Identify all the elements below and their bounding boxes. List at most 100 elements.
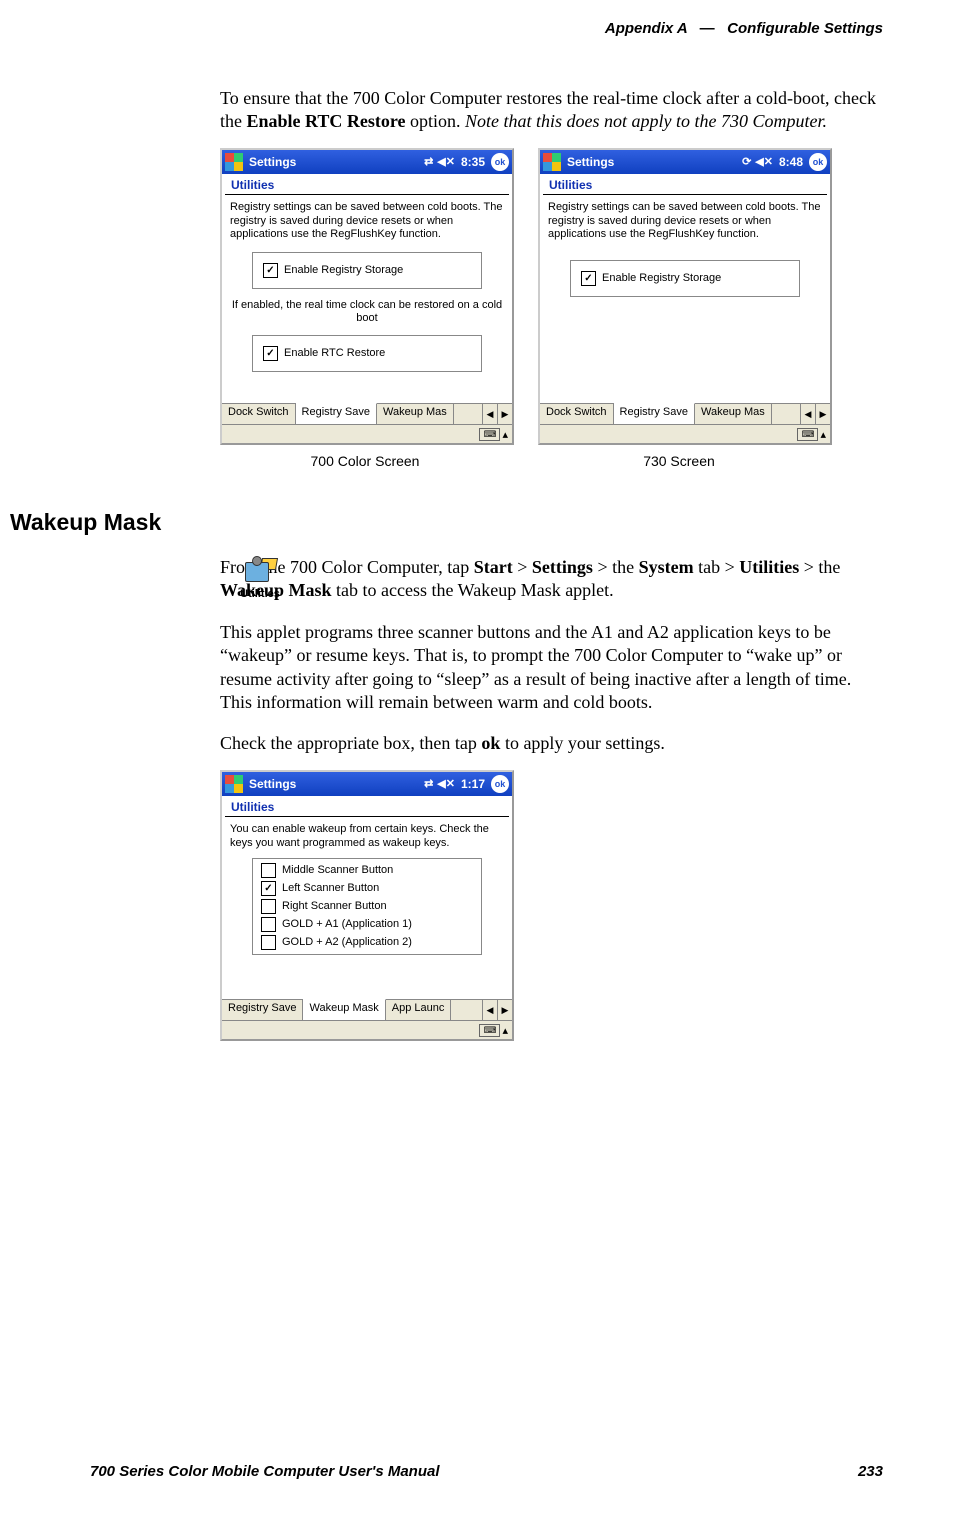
titlebar: Settings ⟳ ◀✕ 8:48 ok: [540, 150, 830, 174]
tab-registry-save[interactable]: Registry Save: [222, 1000, 303, 1020]
description-text: You can enable wakeup from certain keys.…: [230, 823, 504, 851]
left-scanner-checkbox[interactable]: ✓ Left Scanner Button: [253, 880, 481, 897]
tab-registry-save[interactable]: Registry Save: [614, 403, 695, 424]
clock-text: 8:35: [461, 155, 485, 169]
page-footer: 700 Series Color Mobile Computer User's …: [90, 1463, 883, 1480]
tab-scroll-left-icon[interactable]: ◀: [800, 404, 815, 424]
tab-bar: Dock Switch Registry Save Wakeup Mas ◀ ▶: [222, 403, 512, 424]
tab-scroll-right-icon[interactable]: ▶: [815, 404, 830, 424]
caption-730: 730 Screen: [534, 453, 824, 469]
tab-wakeup-mask[interactable]: Wakeup Mask: [303, 999, 385, 1020]
rtc-group: ✓ Enable RTC Restore: [252, 335, 482, 372]
screenshot-wakeup-mask: Settings ⇄ ◀✕ 1:17 ok Utilities You can …: [220, 770, 514, 1042]
section-heading-wakeup: Wakeup Mask: [10, 509, 883, 536]
titlebar: Settings ⇄ ◀✕ 8:35 ok: [222, 150, 512, 174]
right-scanner-checkbox[interactable]: Right Scanner Button: [253, 898, 481, 915]
clock-text: 1:17: [461, 777, 485, 791]
tab-dock-switch[interactable]: Dock Switch: [540, 404, 614, 424]
checkbox-label: Left Scanner Button: [282, 882, 379, 896]
sip-arrow-icon[interactable]: ▴: [502, 1024, 508, 1037]
sip-arrow-icon[interactable]: ▴: [820, 428, 826, 441]
gold-a1-checkbox[interactable]: GOLD + A1 (Application 1): [253, 916, 481, 933]
window-title: Settings: [249, 155, 422, 169]
utilities-icon-block: Utilities: [230, 556, 290, 600]
sip-bar: ⌨ ▴: [540, 424, 830, 443]
checkbox-label: Enable Registry Storage: [602, 272, 721, 286]
checkbox-icon: [261, 863, 276, 878]
tab-bar: Dock Switch Registry Save Wakeup Mas ◀ ▶: [540, 403, 830, 424]
checkbox-label: GOLD + A2 (Application 2): [282, 936, 412, 950]
tab-wakeup-mask[interactable]: Wakeup Mas: [377, 404, 454, 424]
sip-arrow-icon[interactable]: ▴: [502, 428, 508, 441]
keyboard-icon[interactable]: ⌨: [479, 1024, 500, 1037]
applet-title: Utilities: [225, 174, 509, 195]
clock-text: 8:48: [779, 155, 803, 169]
registry-group: ✓ Enable Registry Storage: [252, 252, 482, 289]
titlebar: Settings ⇄ ◀✕ 1:17 ok: [222, 772, 512, 796]
utilities-icon: [241, 556, 279, 586]
enable-registry-checkbox[interactable]: ✓ Enable Registry Storage: [263, 263, 471, 278]
checkbox-label: GOLD + A1 (Application 1): [282, 918, 412, 932]
start-icon[interactable]: [225, 775, 243, 793]
applet-title: Utilities: [543, 174, 827, 195]
checkbox-icon: ✓: [263, 346, 278, 361]
checkbox-icon: ✓: [263, 263, 278, 278]
applet-title: Utilities: [225, 796, 509, 817]
window-title: Settings: [567, 155, 740, 169]
tab-registry-save[interactable]: Registry Save: [296, 403, 377, 424]
ok-button[interactable]: ok: [809, 153, 827, 171]
tab-scroll-left-icon[interactable]: ◀: [482, 404, 497, 424]
sip-bar: ⌨ ▴: [222, 1020, 512, 1039]
keyboard-icon[interactable]: ⌨: [479, 428, 500, 441]
description-text: Registry settings can be saved between c…: [230, 201, 504, 242]
header-appendix: Appendix A: [605, 20, 687, 37]
footer-manual-title: 700 Series Color Mobile Computer User's …: [90, 1463, 440, 1480]
tab-dock-switch[interactable]: Dock Switch: [222, 404, 296, 424]
keyboard-icon[interactable]: ⌨: [797, 428, 818, 441]
tab-scroll-right-icon[interactable]: ▶: [497, 1000, 512, 1020]
wakeup-para-3: Check the appropriate box, then tap ok t…: [220, 732, 883, 755]
wakeup-para-1: From the 700 Color Computer, tap Start >…: [220, 556, 883, 603]
ok-button[interactable]: ok: [491, 153, 509, 171]
speaker-icon[interactable]: ◀✕: [437, 155, 455, 168]
checkbox-icon: [261, 917, 276, 932]
speaker-icon[interactable]: ◀✕: [437, 777, 455, 790]
wakeup-para-2: This applet programs three scanner butto…: [220, 621, 883, 715]
enable-registry-checkbox[interactable]: ✓ Enable Registry Storage: [581, 271, 789, 286]
checkbox-icon: [261, 899, 276, 914]
enable-rtc-checkbox[interactable]: ✓ Enable RTC Restore: [263, 346, 471, 361]
checkbox-label: Enable Registry Storage: [284, 264, 403, 278]
description-text: Registry settings can be saved between c…: [548, 201, 822, 242]
middle-scanner-checkbox[interactable]: Middle Scanner Button: [253, 862, 481, 879]
checkbox-icon: ✓: [261, 881, 276, 896]
start-icon[interactable]: [543, 153, 561, 171]
tab-bar: Registry Save Wakeup Mask App Launc ◀ ▶: [222, 999, 512, 1020]
checkbox-label: Right Scanner Button: [282, 900, 387, 914]
caption-700: 700 Color Screen: [220, 453, 510, 469]
start-icon[interactable]: [225, 153, 243, 171]
footer-page-number: 233: [858, 1463, 883, 1480]
checkbox-icon: [261, 935, 276, 950]
intro-paragraph: To ensure that the 700 Color Computer re…: [220, 87, 883, 134]
tab-scroll-right-icon[interactable]: ▶: [497, 404, 512, 424]
utilities-icon-label: Utilities: [230, 588, 290, 600]
tab-app-launch[interactable]: App Launc: [386, 1000, 452, 1020]
sip-bar: ⌨ ▴: [222, 424, 512, 443]
wakeup-keys-list: Middle Scanner Button ✓ Left Scanner But…: [252, 858, 482, 955]
connectivity-icon[interactable]: ⇄: [424, 155, 433, 168]
gold-a2-checkbox[interactable]: GOLD + A2 (Application 2): [253, 934, 481, 951]
page-header: Appendix A — Configurable Settings: [90, 20, 883, 37]
registry-group: ✓ Enable Registry Storage: [570, 260, 800, 297]
checkbox-label: Middle Scanner Button: [282, 864, 393, 878]
sync-icon[interactable]: ⟳: [742, 155, 751, 168]
ok-button[interactable]: ok: [491, 775, 509, 793]
header-dash: —: [700, 20, 715, 37]
screenshot-730: Settings ⟳ ◀✕ 8:48 ok Utilities Registry…: [538, 148, 832, 445]
tab-wakeup-mask[interactable]: Wakeup Mas: [695, 404, 772, 424]
window-title: Settings: [249, 777, 422, 791]
checkbox-label: Enable RTC Restore: [284, 347, 385, 361]
tab-scroll-left-icon[interactable]: ◀: [482, 1000, 497, 1020]
connectivity-icon[interactable]: ⇄: [424, 777, 433, 790]
checkbox-icon: ✓: [581, 271, 596, 286]
speaker-icon[interactable]: ◀✕: [755, 155, 773, 168]
